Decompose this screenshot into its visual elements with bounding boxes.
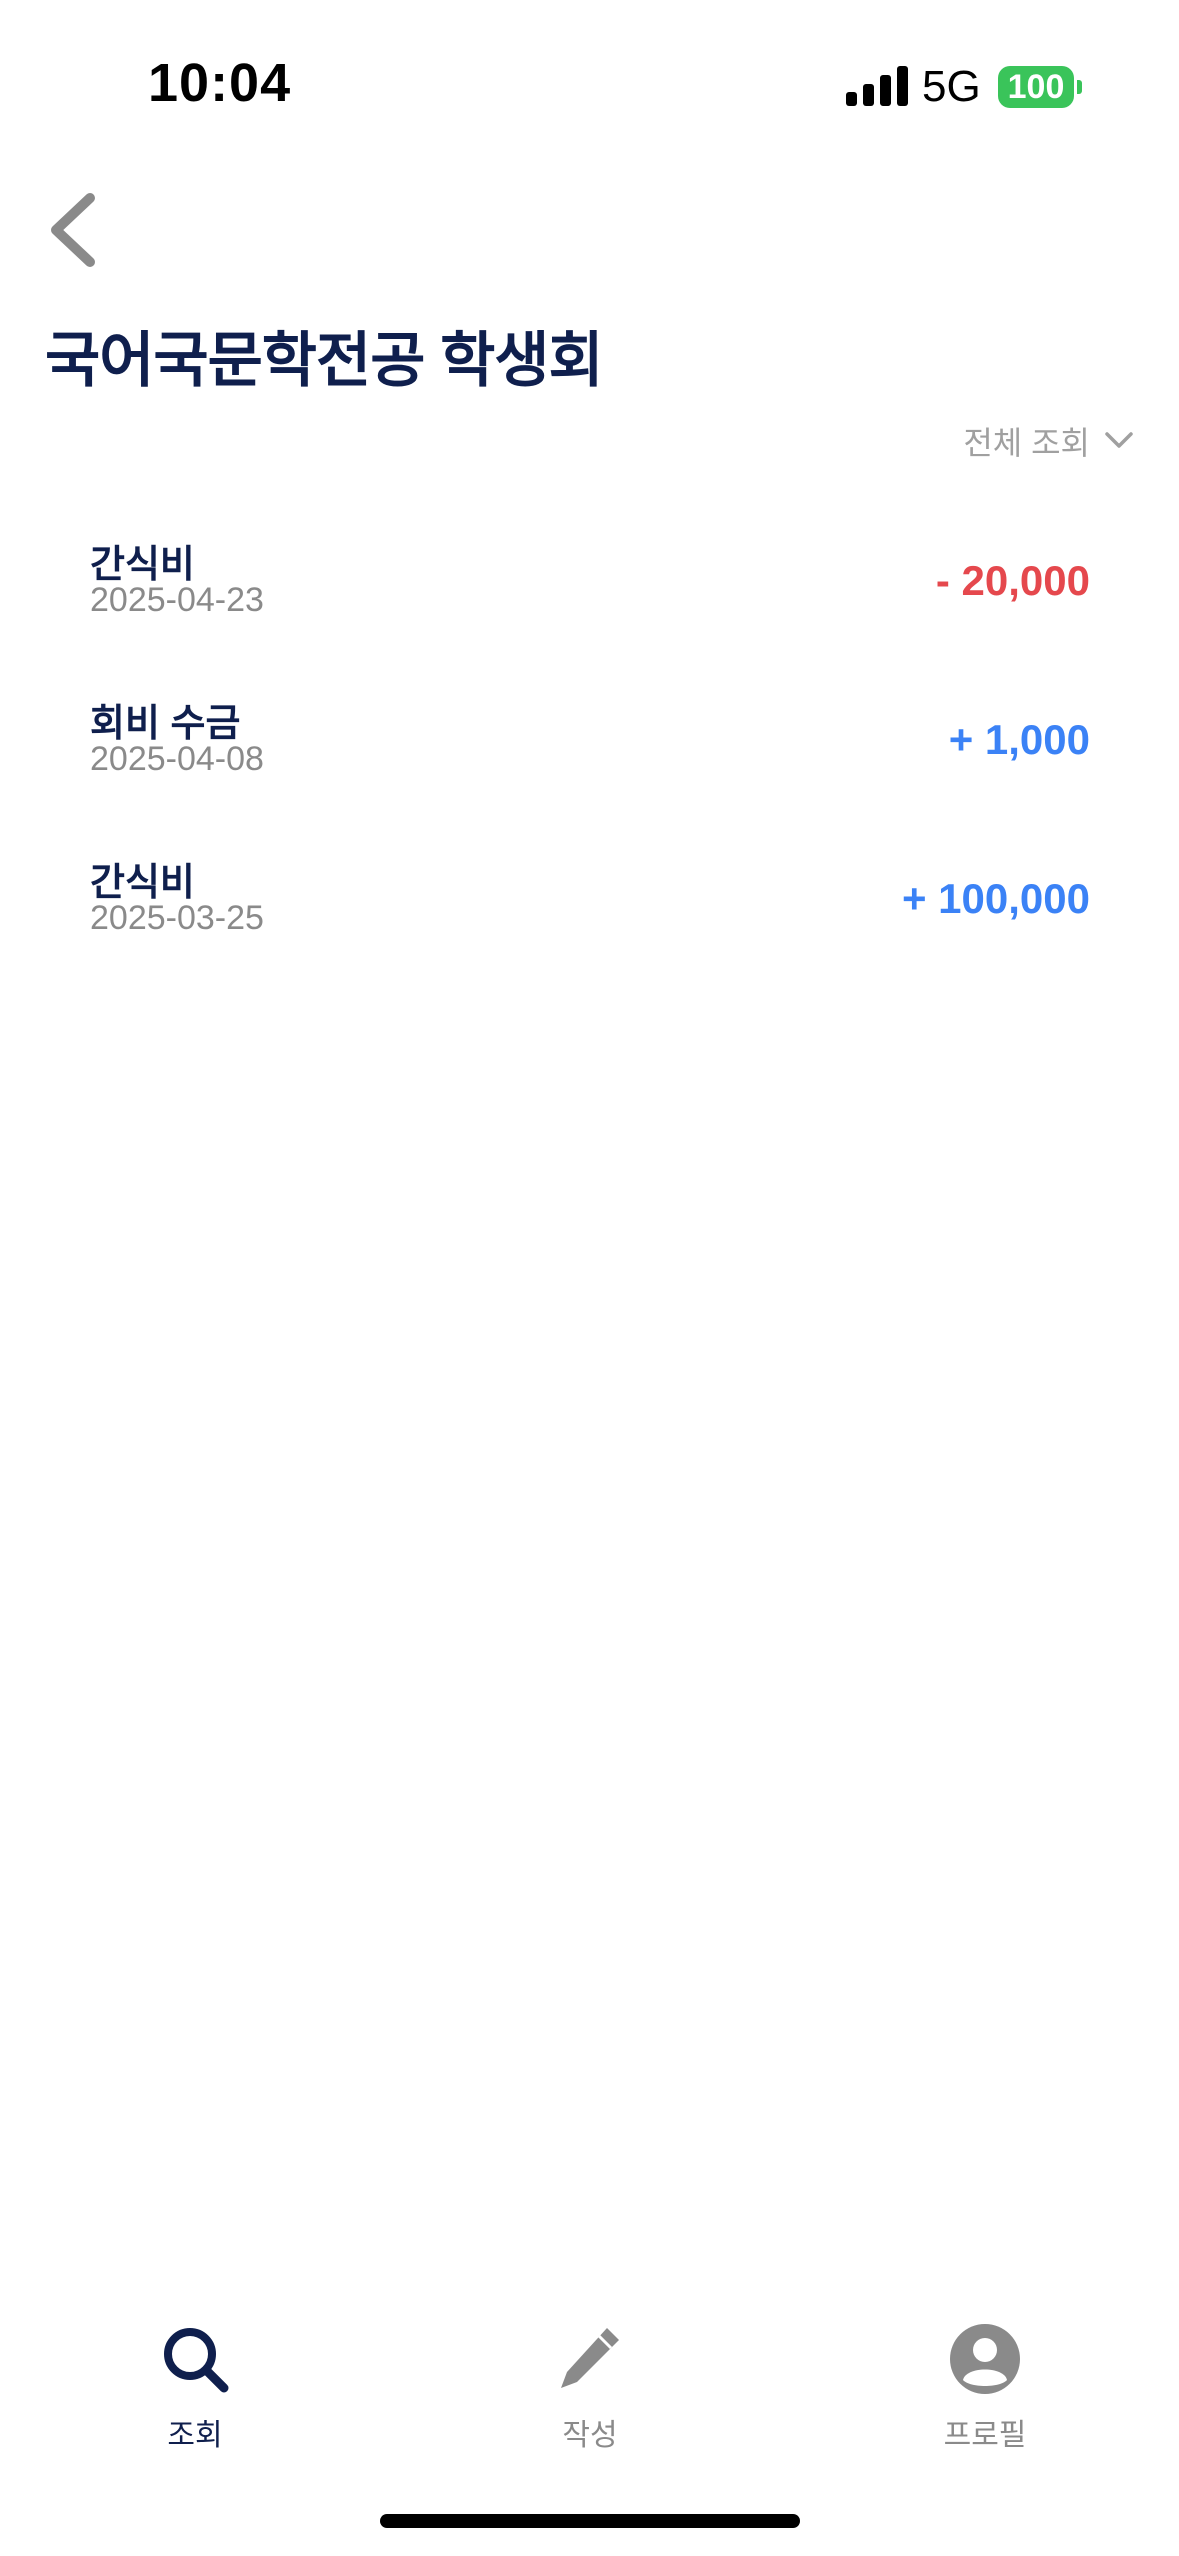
transaction-amount: + 1,000 <box>948 716 1090 763</box>
page-title: 국어국문학전공 학생회 <box>45 327 604 394</box>
transaction-title: 간식비 <box>90 862 195 904</box>
battery-tip <box>1077 80 1082 94</box>
search-icon <box>164 2328 229 2393</box>
transaction-item[interactable]: 회비 수금 2025-04-08 + 1,000 <box>90 692 1090 812</box>
filter-dropdown[interactable]: 전체 조회 <box>963 418 1134 464</box>
transaction-date: 2025-04-08 <box>90 740 264 778</box>
home-indicator <box>380 2514 800 2528</box>
transaction-item[interactable]: 간식비 2025-04-23 - 20,000 <box>90 533 1090 653</box>
transaction-amount: - 20,000 <box>935 557 1090 604</box>
transaction-title: 회비 수금 <box>90 703 241 745</box>
tab-label: 프로필 <box>943 2419 1027 2452</box>
transaction-item[interactable]: 간식비 2025-03-25 + 100,000 <box>90 851 1090 971</box>
tab-bar: 조회 작성 프로필 <box>0 2310 1179 2470</box>
filter-label: 전체 조회 <box>963 425 1090 461</box>
pencil-icon <box>561 2328 619 2388</box>
transaction-date: 2025-04-23 <box>90 581 264 619</box>
tab-label: 조회 <box>167 2419 223 2452</box>
tab-write[interactable]: 작성 <box>490 2310 690 2460</box>
chevron-left-icon <box>51 193 95 267</box>
transaction-amount: + 100,000 <box>901 875 1090 922</box>
chevron-down-icon <box>1105 432 1133 448</box>
tab-label: 작성 <box>562 2419 618 2452</box>
status-bar: 10:04 5G 100 <box>0 0 1179 170</box>
tab-search[interactable]: 조회 <box>95 2310 295 2460</box>
transaction-date: 2025-03-25 <box>90 899 264 937</box>
profile-icon <box>950 2324 1020 2394</box>
back-button[interactable] <box>40 190 110 270</box>
network-label: 5G <box>922 62 981 111</box>
status-time: 10:04 <box>148 53 292 113</box>
tab-profile[interactable]: 프로필 <box>885 2310 1085 2460</box>
battery-icon: 100 <box>998 66 1074 108</box>
transaction-title: 간식비 <box>90 544 195 586</box>
signal-icon <box>846 66 908 106</box>
